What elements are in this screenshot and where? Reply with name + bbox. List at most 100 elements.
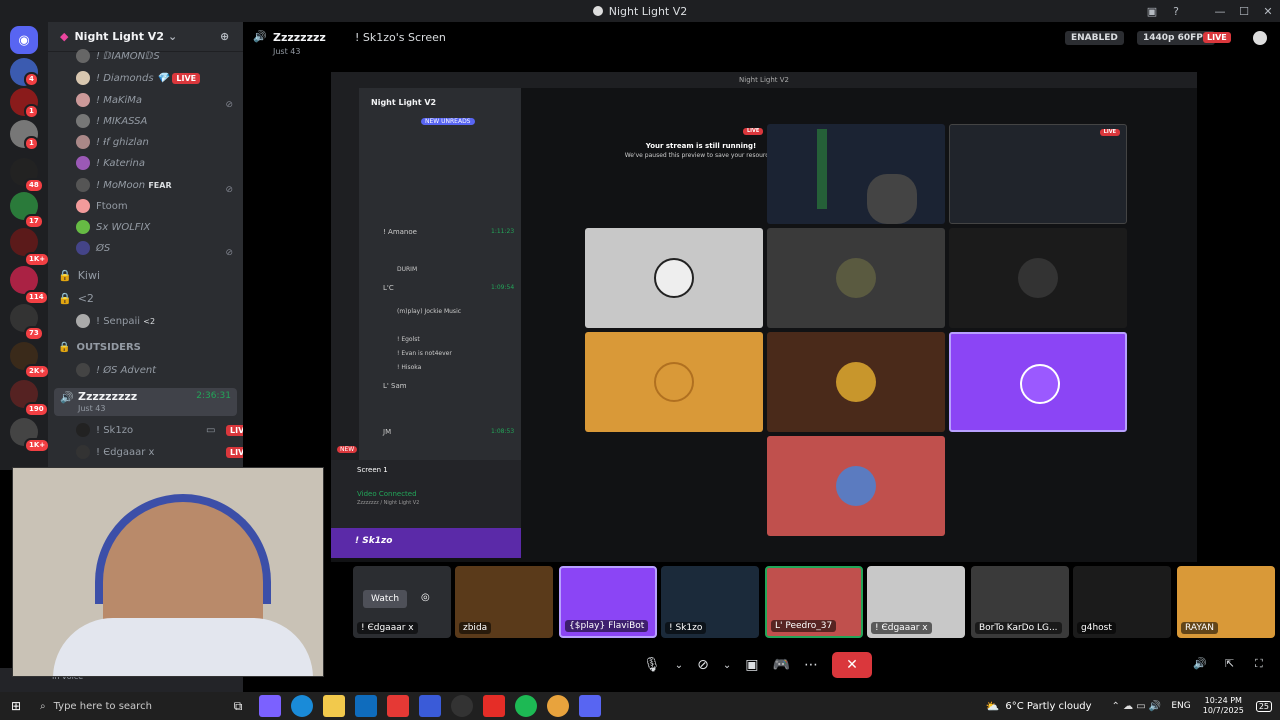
badge: 190: [24, 402, 49, 417]
taskview-icon[interactable]: ⧉: [227, 695, 249, 717]
voice-user[interactable]: ! MIKASSA: [76, 111, 147, 131]
shared-screen[interactable]: Night Light V2 Night Light V2 NEW UNREAD…: [331, 72, 1197, 562]
voice-user[interactable]: Ftoom: [76, 196, 128, 216]
call-controls: 🎙 ⌄ ⊘ ⌄ ▣ 🎮 ⋯ ✕: [643, 650, 872, 680]
voice-user[interactable]: ! Katerina: [76, 153, 145, 173]
participant-tile[interactable]: [949, 332, 1127, 432]
microphone-icon[interactable]: 🎙: [643, 657, 661, 673]
participant-thumb[interactable]: ! Sk1zo: [661, 566, 759, 638]
tray-icons[interactable]: ⌃ ☁ ▭ 🔊: [1112, 701, 1162, 712]
disconnect-button[interactable]: ✕: [831, 652, 872, 678]
yandex-icon[interactable]: [387, 695, 409, 717]
charts-icon[interactable]: [419, 695, 441, 717]
camera-off-icon[interactable]: ⊘: [697, 657, 709, 673]
taskbar-search[interactable]: ⌕ Type here to search: [32, 692, 222, 720]
server-boost-icon: ◆: [60, 30, 69, 43]
add-friend-icon[interactable]: ⊕: [220, 30, 229, 43]
spotify-icon[interactable]: [515, 695, 537, 717]
badge: 1K+: [24, 252, 51, 267]
speaker-icon: 🔊: [60, 391, 74, 404]
voice-user[interactable]: ! MoMoon FEAR: [76, 175, 172, 195]
weather[interactable]: 6°C Partly cloudy: [1005, 701, 1091, 712]
chevron-down-icon[interactable]: ⌄: [675, 660, 683, 671]
language[interactable]: ENG: [1171, 701, 1190, 711]
watch-tile[interactable]: Watch ◎ ! Єdgaaar x: [353, 566, 451, 638]
mute-icon: ⊘: [225, 248, 233, 258]
discord-icon[interactable]: [579, 695, 601, 717]
call-header: 🔊 Zzzzzzzz Just 43 ! Sk1zo's Screen ENAB…: [243, 22, 1280, 62]
mute-icon: ⊘: [225, 185, 233, 195]
maximize-button[interactable]: ☐: [1232, 5, 1256, 18]
notification-badge[interactable]: 25: [1255, 700, 1272, 712]
help-icon[interactable]: ?: [1164, 5, 1188, 18]
live-badge: LIVE: [172, 72, 201, 84]
category-outsiders[interactable]: 🔒 OUTSIDERS: [58, 337, 141, 357]
participant-thumb[interactable]: RAYAN: [1177, 566, 1275, 638]
edge-icon[interactable]: [291, 695, 313, 717]
screen-share-icon[interactable]: ▣: [745, 657, 758, 673]
voice-user[interactable]: ! Ɨf ghizlan: [76, 132, 149, 152]
copilot-icon[interactable]: [259, 695, 281, 717]
voice-user[interactable]: ! Єdgaaar xLIVE: [76, 442, 243, 462]
participant-thumb[interactable]: BorTo KarDo LG...: [971, 566, 1069, 638]
inbox-icon[interactable]: ▣: [1140, 5, 1164, 18]
channel-kiwi[interactable]: 🔒 Kiwi: [58, 265, 100, 285]
preview-icon[interactable]: ◎: [421, 592, 430, 603]
close-button[interactable]: ✕: [1256, 5, 1280, 18]
badge: 4: [24, 72, 39, 87]
participant-thumb[interactable]: L' Peedro_37: [765, 566, 863, 638]
participant-thumb[interactable]: zbida: [455, 566, 553, 638]
watch-button[interactable]: Watch: [363, 590, 408, 608]
participant-thumb[interactable]: ! Єdgaaar x: [867, 566, 965, 638]
video-tile[interactable]: LIVE: [949, 124, 1127, 224]
start-icon[interactable]: ⊞: [5, 695, 27, 717]
outlook-icon[interactable]: [355, 695, 377, 717]
channel-title: Zzzzzzzz: [273, 31, 326, 44]
stream-view: 🔊 Zzzzzzzz Just 43 ! Sk1zo's Screen ENAB…: [243, 22, 1280, 692]
voice-user[interactable]: ! MaKiMa: [76, 90, 142, 110]
explorer-icon[interactable]: [323, 695, 345, 717]
chrome-icon[interactable]: [547, 695, 569, 717]
server-name: Night Light V2: [74, 30, 164, 43]
voice-user[interactable]: Sx WOLFIX: [76, 217, 150, 237]
voice-user[interactable]: ! Diamonds 💎 LIVE: [76, 68, 201, 88]
active-voice-channel[interactable]: 🔊 Zzzzzzzzz 2:36:31 Just 43: [54, 388, 237, 416]
app-icon: [592, 6, 603, 16]
home-icon[interactable]: ◉: [10, 26, 38, 54]
participant-tile[interactable]: [767, 228, 945, 328]
channel-lt2[interactable]: 🔒 <2: [58, 288, 94, 308]
more-icon[interactable]: ⋯: [804, 657, 818, 673]
lock-icon: 🔒: [58, 341, 71, 353]
volume-icon[interactable]: 🔊: [1193, 657, 1207, 670]
voice-user[interactable]: ØS: [76, 238, 110, 258]
server-list: ◉ 4 1 1 48 17 1K+ 114 73 2K+ 190 1K+: [0, 22, 51, 470]
popout-icon[interactable]: ⇱: [1225, 657, 1234, 670]
youtube-icon[interactable]: [483, 695, 505, 717]
avatar[interactable]: [1253, 31, 1267, 45]
voice-user[interactable]: ! ⅅIAMONⅅS: [76, 46, 160, 66]
participant-tile[interactable]: [585, 332, 763, 432]
voice-user[interactable]: ! Senpaii <2: [76, 311, 155, 331]
lock-icon: 🔒: [58, 291, 72, 305]
lock-icon: 🔒: [58, 268, 72, 282]
fullscreen-icon[interactable]: ⛶: [1255, 657, 1263, 671]
voice-user[interactable]: ! Sk1zo▭LIVE: [76, 420, 243, 440]
participant-tile[interactable]: [767, 436, 945, 536]
openai-icon[interactable]: [451, 695, 473, 717]
chevron-down-icon[interactable]: ⌄: [723, 660, 731, 671]
badge: 114: [24, 290, 49, 305]
activity-icon[interactable]: 🎮: [773, 657, 790, 673]
search-icon: ⌕: [40, 700, 46, 712]
channel-subtitle: Just 43: [273, 47, 301, 56]
webcam-overlay: [12, 467, 324, 677]
participant-thumb[interactable]: {$play} FlaviBot: [559, 566, 657, 638]
participant-tile[interactable]: [949, 228, 1127, 328]
voice-user[interactable]: ! ØS Advent: [76, 360, 156, 380]
participant-tile[interactable]: [767, 332, 945, 432]
minimize-button[interactable]: —: [1208, 5, 1232, 18]
video-tile[interactable]: [767, 124, 945, 224]
clock[interactable]: 10:24 PM 10/7/2025: [1203, 696, 1244, 716]
participant-tile[interactable]: [585, 228, 763, 328]
participant-thumb[interactable]: g4host: [1073, 566, 1171, 638]
weather-icon: ⛅: [985, 699, 1000, 713]
